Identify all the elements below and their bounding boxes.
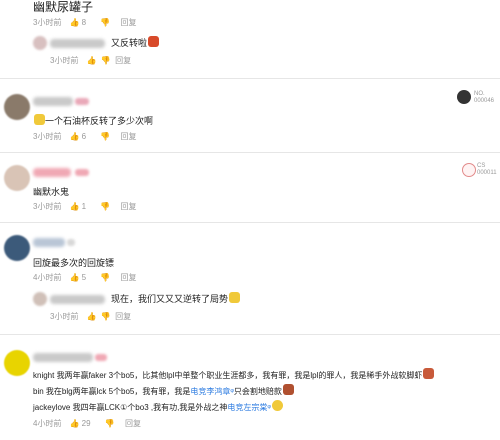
angry-emoji-icon [148,36,160,47]
avatar[interactable] [33,292,47,306]
thumbs-down-icon[interactable]: 👎 [101,56,111,66]
comment-text: 幽默水鬼 [33,187,70,197]
comment-time: 3小时前 [33,202,62,211]
reply-button[interactable]: 回复 [121,18,137,28]
divider [0,152,500,153]
divider [0,78,500,79]
reply-button[interactable]: 回复 [121,132,137,142]
thumbs-down-icon: 👎 [100,18,111,27]
fan-medal-number: CS 000011 [477,163,497,176]
comment-line-1: knight 我两年赢faker 3个bo5，比其他lpl中单整个职业生涯都多，… [33,368,435,383]
hashtag-link[interactable]: 电竞李鸿章 [190,387,230,396]
thumbs-down-icon: 👎 [104,419,115,428]
like-button[interactable]: 👍 29 [70,419,97,429]
reply-button[interactable]: 回复 [121,202,137,212]
like-button[interactable]: 👍 8 [70,18,92,28]
thumbs-down-icon[interactable]: 👎 [101,312,111,322]
like-button[interactable]: 👍 5 [70,273,92,283]
like-button[interactable]: 👍 6 [70,132,92,142]
comment-text: 一个石油杯反转了多少次啊 [33,114,153,128]
thumbs-down-icon: 👎 [100,132,111,141]
avatar[interactable] [4,235,30,261]
reply-button[interactable]: 回复 [115,56,131,66]
thumbs-down-icon: 👎 [100,273,111,282]
emoji-icon [229,292,241,303]
sub-reply-time: 3小时前 [50,312,79,321]
reply-button[interactable]: 回复 [115,312,131,322]
fan-medal-icon [462,163,476,177]
sub-reply-meta: 3小时前 👍 👎 回复 [50,56,137,66]
comment-text: 回旋最多次的回旋镖 [33,258,115,268]
divider [0,222,500,223]
search-icon: ᵠ [267,403,271,412]
reply-button[interactable]: 回复 [121,273,137,283]
comment-time: 3小时前 [33,132,62,141]
user-tag [75,98,89,105]
reply-button[interactable]: 回复 [125,419,141,429]
thumbs-up-icon: 👍 [69,273,80,282]
thumbs-up-icon: 👍 [69,419,80,428]
username[interactable] [33,353,93,362]
dislike-button[interactable]: 👎 [100,18,112,28]
thumbs-down-icon: 👎 [100,202,111,211]
hashtag-link[interactable]: 电竞左宗棠 [227,403,267,412]
comment-meta: 3小时前 👍 6 👎 回复 [33,132,143,142]
like-button[interactable]: 👍 1 [70,202,92,212]
comment-time: 3小时前 [33,18,62,27]
user-tag [95,354,107,361]
fan-medal-number: NO. 000046 [474,91,495,104]
sub-reply-text: 现在，我们又又又逆转了局势 [111,292,241,306]
emoji-icon [34,114,45,125]
username[interactable] [50,295,105,304]
sub-reply-text: 又反转啦 [111,36,160,50]
thumbs-up-icon: 👍 [69,202,80,211]
avatar[interactable] [33,36,47,50]
comment-meta: 3小时前 👍 1 👎 回复 [33,202,143,212]
emoji-icon [271,400,283,411]
comment-text: 幽默尿罐子 [33,0,94,14]
avatar[interactable] [4,94,30,120]
user-tag [75,169,89,176]
thumbs-up-icon[interactable]: 👍 [87,312,97,322]
comment-meta: 4小时前 👍 29 👎 回复 [33,419,147,429]
emoji-icon [282,384,294,395]
dislike-button[interactable]: 👎 [100,202,112,212]
comment-meta: 4小时前 👍 5 👎 回复 [33,273,143,283]
avatar[interactable] [4,165,30,191]
user-tag [67,239,75,246]
thumbs-up-icon: 👍 [69,132,80,141]
comment-time: 4小时前 [33,273,62,282]
sub-reply-meta: 3小时前 👍 👎 回复 [50,312,137,322]
dislike-button[interactable]: 👎 [100,273,112,283]
dislike-button[interactable]: 👎 [100,132,112,142]
divider [0,334,500,335]
username[interactable] [33,97,73,106]
dislike-button[interactable]: 👎 [105,419,117,429]
sub-reply-time: 3小时前 [50,56,79,65]
thumbs-up-icon: 👍 [69,18,80,27]
thumbs-up-icon[interactable]: 👍 [87,56,97,66]
emoji-icon [423,368,435,379]
username[interactable] [33,168,71,177]
avatar[interactable] [4,350,30,376]
username[interactable] [50,39,105,48]
username[interactable] [33,238,65,247]
comment-meta: 3小时前 👍 8 👎 回复 [33,18,143,28]
comment-time: 4小时前 [33,419,62,428]
comment-line-2: bin 我在blg两年赢lck 5个bo5，我有罪，我是电竞李鸿章ᵠ只会割地赔款 [33,384,294,399]
fan-medal-icon [457,90,471,104]
comment-line-3: jackeylove 我四年赢LCK①个bo3 ,我有功,我是外战之神电竞左宗棠… [33,400,283,415]
